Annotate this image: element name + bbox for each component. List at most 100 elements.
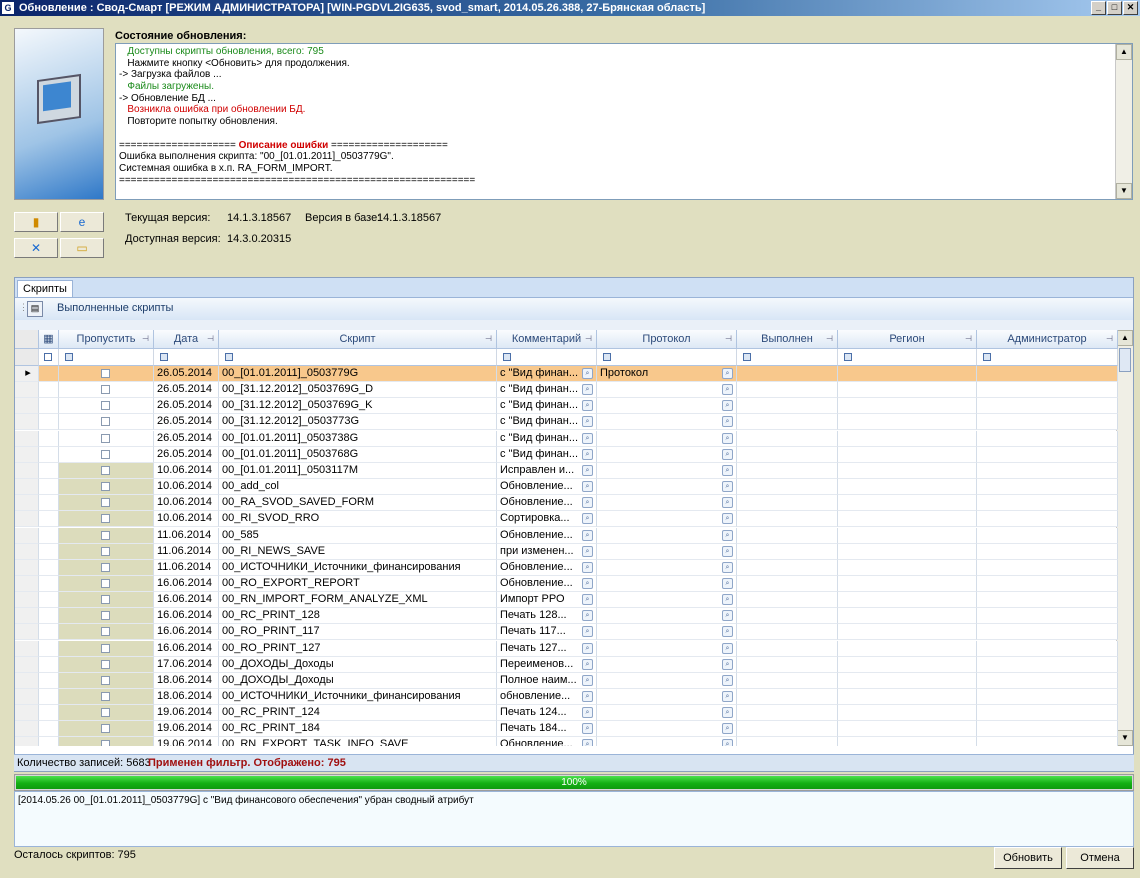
cell-skip[interactable] (59, 689, 154, 705)
cell-admin[interactable] (977, 624, 1118, 641)
cell-admin[interactable] (977, 462, 1118, 479)
cell-executed[interactable] (737, 559, 838, 576)
magnifier-icon[interactable]: ⌕ (722, 707, 733, 719)
close-button[interactable]: ✕ (1123, 1, 1138, 15)
cell-protocol[interactable]: ⌕ (597, 656, 737, 673)
tab-scripts[interactable]: Скрипты (17, 280, 73, 297)
magnifier-icon[interactable]: ⌕ (582, 707, 593, 719)
cell-admin[interactable] (977, 575, 1118, 592)
magnifier-icon[interactable]: ⌕ (722, 497, 733, 509)
grid-scroll-up-icon[interactable]: ▲ (1117, 330, 1133, 346)
magnifier-icon[interactable]: ⌕ (722, 384, 733, 396)
cell-executed[interactable] (737, 705, 838, 722)
magnifier-icon[interactable]: ⌕ (582, 464, 593, 476)
cell-region[interactable] (838, 527, 977, 544)
skip-checkbox[interactable] (101, 724, 110, 734)
column-header-comment[interactable]: Комментарий ⊣ (497, 330, 597, 349)
cell-date[interactable]: 10.06.2014 (154, 511, 219, 528)
magnifier-icon[interactable]: ⌕ (722, 432, 733, 444)
scroll-up-icon[interactable]: ▲ (1116, 44, 1132, 60)
cell-admin[interactable] (977, 640, 1118, 657)
magnifier-icon[interactable]: ⌕ (582, 674, 593, 686)
skip-checkbox[interactable] (101, 530, 110, 540)
cell-date[interactable]: 18.06.2014 (154, 672, 219, 689)
cell-comment[interactable]: с "Вид финан... ⌕ (497, 398, 597, 415)
column-header-script[interactable]: Скрипт ⊣ (219, 330, 497, 349)
message-log[interactable]: [2014.05.26 00_[01.01.2011]_0503779G] с … (14, 791, 1134, 847)
cell-region[interactable] (838, 689, 977, 705)
cell-region[interactable] (838, 462, 977, 479)
cell-date[interactable]: 26.05.2014 (154, 446, 219, 463)
row-indicator[interactable] (15, 640, 39, 657)
cell-script[interactable]: 00_RO_EXPORT_REPORT (219, 575, 497, 592)
cell-comment[interactable]: Печать 184... ⌕ (497, 721, 597, 738)
magnifier-icon[interactable]: ⌕ (582, 497, 593, 509)
table-row[interactable]: 16.06.2014 00_RO_PRINT_127 Печать 127... ⌕ ⌕ (15, 640, 1118, 657)
filter-cell-protocol[interactable] (597, 349, 737, 366)
cell-admin[interactable] (977, 737, 1118, 746)
pin-icon[interactable]: ⊣ (585, 330, 592, 348)
cell-region[interactable] (838, 543, 977, 560)
cell-script[interactable]: 00_[01.01.2011]_0503779G (219, 366, 497, 382)
cell-date[interactable]: 18.06.2014 (154, 689, 219, 705)
filter-operator-icon[interactable] (743, 353, 751, 361)
cell-protocol[interactable]: ⌕ (597, 414, 737, 431)
cell-script[interactable]: 00_RA_SVOD_SAVED_FORM (219, 495, 497, 512)
cell-skip[interactable] (59, 462, 154, 479)
cell-date[interactable]: 26.05.2014 (154, 398, 219, 415)
cell-protocol[interactable]: ⌕ (597, 737, 737, 746)
cell-date[interactable]: 16.06.2014 (154, 592, 219, 609)
cell-admin[interactable] (977, 672, 1118, 689)
magnifier-icon[interactable]: ⌕ (722, 626, 733, 638)
cell-protocol[interactable]: ⌕ (597, 511, 737, 528)
cell-skip[interactable] (59, 575, 154, 592)
cell-region[interactable] (838, 592, 977, 609)
magnifier-icon[interactable]: ⌕ (582, 691, 593, 702)
table-row[interactable]: 19.06.2014 00_RC_PRINT_124 Печать 124... ⌕ ⌕ (15, 705, 1118, 722)
minimize-button[interactable]: _ (1091, 1, 1106, 15)
cell-region[interactable] (838, 559, 977, 576)
cell-script[interactable]: 00_ДОХОДЫ_Доходы (219, 656, 497, 673)
row-indicator[interactable] (15, 672, 39, 689)
magnifier-icon[interactable]: ⌕ (582, 658, 593, 670)
cell-comment[interactable]: Печать 127... ⌕ (497, 640, 597, 657)
cell-comment[interactable]: Полное наим... ⌕ (497, 672, 597, 689)
cell-protocol[interactable]: ⌕ (597, 543, 737, 560)
cell-skip[interactable] (59, 608, 154, 625)
cell-script[interactable]: 00_RO_PRINT_127 (219, 640, 497, 657)
skip-checkbox[interactable] (101, 449, 110, 459)
row-indicator[interactable] (15, 462, 39, 479)
skip-checkbox[interactable] (101, 417, 110, 427)
maximize-button[interactable]: □ (1107, 1, 1122, 15)
skip-checkbox[interactable] (101, 546, 110, 556)
magnifier-icon[interactable]: ⌕ (582, 481, 593, 493)
cell-date[interactable]: 10.06.2014 (154, 495, 219, 512)
magnifier-icon[interactable]: ⌕ (582, 610, 593, 622)
cell-date[interactable]: 16.06.2014 (154, 575, 219, 592)
magnifier-icon[interactable]: ⌕ (582, 432, 593, 444)
magnifier-icon[interactable]: ⌕ (722, 545, 733, 557)
scroll-down-icon[interactable]: ▼ (1116, 183, 1132, 199)
cell-protocol[interactable]: ⌕ (597, 608, 737, 625)
grid-scroll-thumb[interactable] (1119, 348, 1131, 372)
cell-script[interactable]: 00_[01.01.2011]_0503117M (219, 462, 497, 479)
row-indicator[interactable] (15, 592, 39, 609)
cell-comment[interactable]: с "Вид финан... ⌕ (497, 430, 597, 447)
cell-executed[interactable] (737, 462, 838, 479)
cell-comment[interactable]: Обновление... ⌕ (497, 575, 597, 592)
cell-script[interactable]: 00_RI_NEWS_SAVE (219, 543, 497, 560)
cell-executed[interactable] (737, 689, 838, 705)
row-indicator[interactable] (15, 559, 39, 576)
cell-date[interactable]: 16.06.2014 (154, 640, 219, 657)
magnifier-icon[interactable]: ⌕ (722, 529, 733, 541)
cell-executed[interactable] (737, 511, 838, 528)
cell-region[interactable] (838, 430, 977, 447)
row-indicator[interactable] (15, 430, 39, 447)
cell-executed[interactable] (737, 608, 838, 625)
cell-date[interactable]: 11.06.2014 (154, 559, 219, 576)
skip-checkbox[interactable] (101, 465, 110, 475)
cell-protocol[interactable]: ⌕ (597, 430, 737, 447)
cell-script[interactable]: 00_RC_PRINT_128 (219, 608, 497, 625)
cell-comment[interactable]: Печать 128... ⌕ (497, 608, 597, 625)
cell-admin[interactable] (977, 721, 1118, 738)
